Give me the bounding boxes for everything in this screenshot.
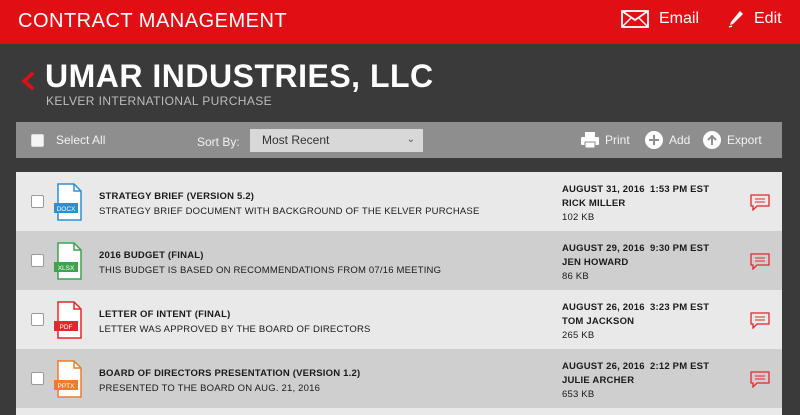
document-description: THIS BUDGET IS BASED ON RECOMMENDATIONS …	[99, 265, 442, 276]
select-all-label: Select All	[56, 133, 106, 147]
document-owner: JULIE ARCHER	[562, 375, 635, 386]
export-label: Export	[727, 133, 762, 147]
select-all-checkbox[interactable]	[31, 134, 44, 147]
file-type-label: DOCX	[57, 206, 76, 213]
print-label: Print	[605, 133, 630, 147]
plus-circle-icon	[645, 131, 663, 149]
document-size: 265 KB	[562, 330, 595, 341]
page-title: UMAR INDUSTRIES, LLC	[45, 58, 434, 94]
document-row[interactable]: DOCX STRATEGY BRIEF (VERSION 5.2) STRATE…	[16, 172, 782, 231]
add-label: Add	[669, 133, 691, 147]
document-row[interactable]: PPTX BOARD OF DIRECTORS PRESENTATION (VE…	[16, 349, 782, 408]
document-list: DOCX STRATEGY BRIEF (VERSION 5.2) STRATE…	[16, 172, 782, 415]
document-title: BOARD OF DIRECTORS PRESENTATION (VERSION…	[99, 368, 361, 379]
add-button[interactable]: Add	[644, 129, 690, 151]
document-owner: JEN HOWARD	[562, 257, 629, 268]
pencil-icon	[728, 11, 743, 28]
document-row[interactable]: XLSX 2016 BUDGET (FINAL) THIS BUDGET IS …	[16, 231, 782, 290]
document-description: STRATEGY BRIEF DOCUMENT WITH BACKGROUND …	[99, 206, 480, 217]
chevron-down-icon: ⌄	[406, 134, 415, 145]
edit-button[interactable]: Edit	[728, 10, 782, 28]
email-label: Email	[659, 10, 700, 27]
email-button[interactable]: Email	[621, 10, 699, 28]
file-type-label: PPTX	[58, 383, 76, 390]
comment-icon[interactable]	[750, 253, 770, 270]
comment-icon[interactable]	[750, 371, 770, 388]
list-toolbar: Select All Sort By: Most Recent ⌄ Print …	[16, 122, 782, 158]
document-title: STRATEGY BRIEF (VERSION 5.2)	[99, 191, 255, 202]
row-checkbox[interactable]	[31, 313, 44, 326]
file-type-label: PDF	[60, 324, 73, 331]
document-date: AUGUST 29, 2016	[562, 243, 645, 254]
pdf-file-icon: PDF	[54, 301, 82, 339]
document-title: 2016 BUDGET (FINAL)	[99, 250, 204, 261]
document-time: 9:30 PM EST	[650, 243, 710, 254]
comment-icon[interactable]	[750, 312, 770, 329]
row-checkbox[interactable]	[31, 195, 44, 208]
document-date: AUGUST 26, 2016	[562, 302, 645, 313]
app-title: CONTRACT MANAGEMENT	[18, 10, 288, 32]
back-chevron-icon[interactable]	[18, 66, 38, 96]
upload-arrow-icon	[703, 131, 721, 149]
sort-selected-value: Most Recent	[262, 133, 330, 147]
top-bar: CONTRACT MANAGEMENT Email Edit	[0, 0, 800, 44]
sort-dropdown[interactable]: Most Recent ⌄	[250, 129, 423, 152]
document-size: 102 KB	[562, 212, 595, 223]
print-button[interactable]: Print	[580, 129, 630, 151]
export-button[interactable]: Export	[702, 129, 762, 151]
document-owner: RICK MILLER	[562, 198, 626, 209]
document-size: 86 KB	[562, 271, 589, 282]
document-time: 1:53 PM EST	[650, 184, 710, 195]
edit-label: Edit	[754, 10, 782, 27]
printer-icon	[581, 132, 599, 149]
document-title: LETTER OF INTENT (FINAL)	[99, 309, 231, 320]
document-time: 3:23 PM EST	[650, 302, 710, 313]
list-item	[16, 408, 782, 415]
document-row[interactable]: PDF LETTER OF INTENT (FINAL) LETTER WAS …	[16, 290, 782, 349]
file-type-label: XLSX	[58, 265, 75, 272]
document-description: PRESENTED TO THE BOARD ON AUG. 21, 2016	[99, 383, 321, 394]
document-date: AUGUST 31, 2016	[562, 184, 645, 195]
document-owner: TOM JACKSON	[562, 316, 635, 327]
page-header: UMAR INDUSTRIES, LLC KELVER INTERNATIONA…	[0, 44, 800, 122]
document-date: AUGUST 26, 2016	[562, 361, 645, 372]
row-checkbox[interactable]	[31, 254, 44, 267]
row-checkbox[interactable]	[31, 372, 44, 385]
document-description: LETTER WAS APPROVED BY THE BOARD OF DIRE…	[99, 324, 371, 335]
sort-label: Sort By:	[197, 135, 240, 149]
xlsx-file-icon: XLSX	[54, 242, 82, 280]
pptx-file-icon: PPTX	[54, 360, 82, 398]
document-size: 653 KB	[562, 389, 595, 400]
page-subtitle: KELVER INTERNATIONAL PURCHASE	[46, 94, 273, 108]
docx-file-icon: DOCX	[54, 183, 82, 221]
comment-icon[interactable]	[750, 194, 770, 211]
envelope-icon	[621, 10, 649, 28]
document-time: 2:12 PM EST	[650, 361, 710, 372]
